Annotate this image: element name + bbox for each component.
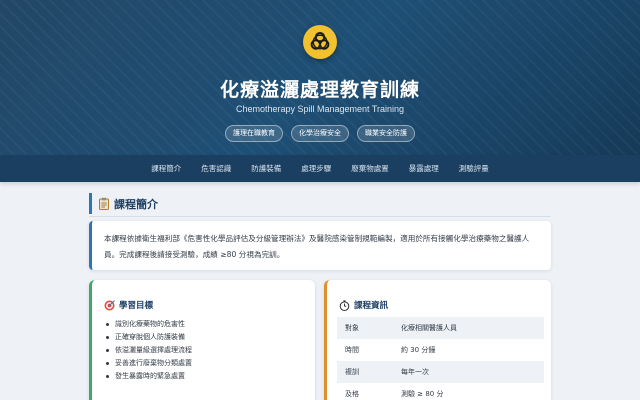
main-nav: 課程簡介 危害認識 防護裝備 處理步驟 廢棄物處置 暴露處理 測驗評量 [0, 155, 640, 182]
stopwatch-icon [339, 299, 350, 311]
info-value: 約 30 分鐘 [401, 346, 436, 354]
goal-text: 識別化療藥物的危害性 [115, 320, 185, 328]
nav-item-hazards[interactable]: 危害認識 [198, 159, 234, 178]
table-row: 複訓 每年一次 [337, 361, 544, 383]
info-key: 及格 [345, 390, 359, 398]
info-value: 每年一次 [401, 368, 429, 376]
goal-text: 依溢灑量級選擇處理流程 [115, 346, 192, 354]
info-key: 複訓 [345, 368, 359, 376]
section-divider [89, 216, 551, 217]
section-heading: 課程簡介 [89, 193, 551, 214]
tag-list: 護理在職教育 化學治療安全 職業安全防護 [0, 125, 640, 142]
info-key: 對象 [345, 324, 359, 332]
goals-list: 識別化療藥物的危害性 正確穿脫個人防護裝備 依溢灑量級選擇處理流程 妥善進行廢棄… [106, 318, 192, 383]
nav-item-ppe[interactable]: 防護裝備 [248, 159, 284, 178]
page-title: 化療溢灑處理教育訓練 [219, 79, 420, 101]
biohazard-badge [303, 25, 337, 59]
goal-text: 發生暴露時的緊急處置 [115, 372, 185, 380]
info-value: 測驗 ≥ 80 分 [401, 390, 444, 398]
list-item: 正確穿脫個人防護裝備 [106, 331, 192, 344]
bullet [106, 362, 109, 365]
goal-text: 正確穿脫個人防護裝備 [115, 333, 185, 341]
intro-text: 本課程依據衛生福利部《危害性化學品評估及分級管理辦法》及醫院感染管制規範編製，適… [104, 234, 530, 259]
table-row: 及格 測驗 ≥ 80 分 [337, 383, 544, 400]
bullet [106, 349, 109, 352]
goals-heading: 學習目標 [104, 299, 153, 311]
list-item: 依溢灑量級選擇處理流程 [106, 344, 192, 357]
page-subtitle: Chemotherapy Spill Management Training [235, 104, 405, 114]
learning-goals-card: 學習目標 識別化療藥物的危害性 正確穿脫個人防護裝備 依溢灑量級選擇處理流程 妥… [89, 280, 315, 400]
tag-nursing-education: 護理在職教育 [225, 125, 283, 142]
bullet [106, 336, 109, 339]
info-table: 對象 化療相關醫護人員 時間 約 30 分鐘 複訓 每年一次 及格 測驗 ≥ 8… [337, 317, 544, 400]
list-item: 妥善進行廢棄物分類處置 [106, 357, 192, 370]
nav-item-waste[interactable]: 廢棄物處置 [348, 159, 392, 178]
biohazard-icon [310, 32, 330, 50]
table-row: 對象 化療相關醫護人員 [337, 317, 544, 339]
bullet [106, 375, 109, 378]
goals-title: 學習目標 [119, 301, 154, 311]
hero-banner: 化療溢灑處理教育訓練 Chemotherapy Spill Management… [0, 0, 640, 155]
nav-item-exposure[interactable]: 暴露處理 [406, 159, 442, 178]
nav-item-quiz[interactable]: 測驗評量 [456, 159, 492, 178]
list-item: 識別化療藥物的危害性 [106, 318, 192, 331]
bullet [106, 323, 109, 326]
tag-occupational-safety: 職業安全防護 [357, 125, 415, 142]
nav-item-overview[interactable]: 課程簡介 [148, 159, 184, 178]
course-info-card: 課程資訊 對象 化療相關醫護人員 時間 約 30 分鐘 複訓 每年一次 及格 測… [324, 280, 551, 400]
info-heading: 課程資訊 [339, 299, 388, 311]
info-value: 化療相關醫護人員 [401, 324, 457, 332]
intro-card: 本課程依據衛生福利部《危害性化學品評估及分級管理辦法》及醫院感染管制規範編製，適… [89, 221, 551, 270]
clipboard-icon [99, 197, 109, 210]
info-title: 課程資訊 [354, 301, 389, 311]
section-title-text: 課程簡介 [114, 197, 158, 211]
tag-chemo-safety: 化學治療安全 [291, 125, 349, 142]
nav-item-steps[interactable]: 處理步驟 [298, 159, 334, 178]
info-key: 時間 [345, 346, 359, 354]
list-item: 發生暴露時的緊急處置 [106, 370, 192, 383]
goal-text: 妥善進行廢棄物分類處置 [115, 359, 192, 367]
table-row: 時間 約 30 分鐘 [337, 339, 544, 361]
target-icon [104, 299, 115, 310]
